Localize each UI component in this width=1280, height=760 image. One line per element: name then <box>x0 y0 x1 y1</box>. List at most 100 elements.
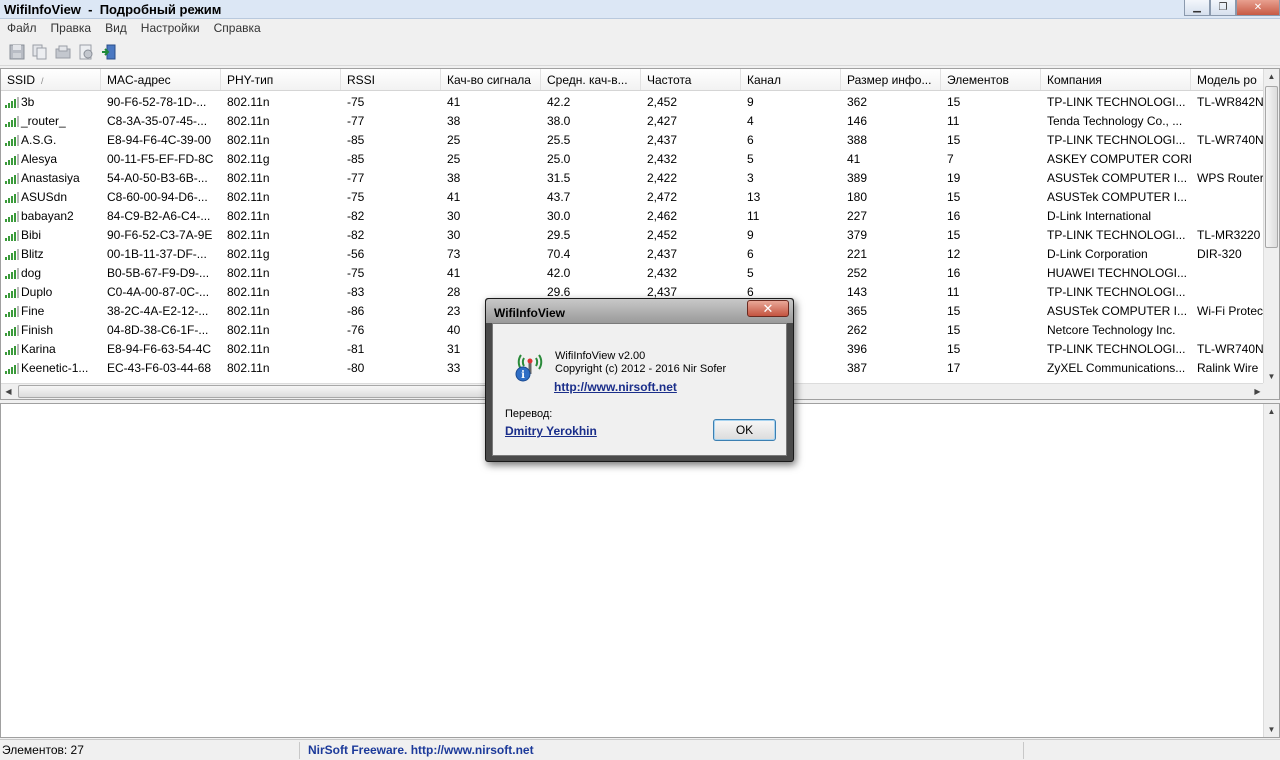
column-header-label: SSID <box>7 73 36 87</box>
cell-company: D-Link International <box>1047 209 1152 223</box>
close-button[interactable]: ✕ <box>1236 0 1280 16</box>
cell-phy: 802.11g <box>227 247 270 261</box>
signal-strength-icon <box>5 211 19 222</box>
cell-rssi: -75 <box>347 190 365 204</box>
menu-edit[interactable]: Правка <box>44 19 99 38</box>
table-row[interactable]: A.S.G. E8-94-F6-4C-39-00 802.11n -85 25 25.5 2… <box>1 130 1265 149</box>
cell-elements: 15 <box>947 228 961 242</box>
cell-frequency: 2,437 <box>647 247 678 261</box>
cell-router-model: TL-MR3220 <box>1197 228 1261 242</box>
ssid-label: dog <box>21 266 42 280</box>
table-row[interactable]: dog B0-5B-67-F9-D9-... 802.11n -75 41 42.0 2,4… <box>1 263 1265 282</box>
cell-router-model <box>1191 206 1265 225</box>
scroll-thumb[interactable] <box>18 385 555 398</box>
signal-strength-icon <box>5 192 19 203</box>
column-header-mac[interactable]: MAC-адрес <box>101 69 221 90</box>
scroll-down-arrow-icon[interactable]: ▼ <box>1264 722 1279 737</box>
cell-router-model: TL-WR842N <box>1197 95 1264 109</box>
scroll-left-arrow-icon[interactable]: ◀ <box>1 384 16 399</box>
table-row[interactable]: Blitz 00-1B-11-37-DF-... 802.11g -56 73 70.4 2… <box>1 244 1265 263</box>
column-header-avg-quality[interactable]: Средн. кач-в... <box>541 69 641 90</box>
cell-frequency: 2,427 <box>647 114 678 128</box>
table-row[interactable]: _router_ C8-3A-35-07-45-... 802.11n -77 38 38… <box>1 111 1265 130</box>
cell-elements: 15 <box>947 304 961 318</box>
cell-phy: 802.11n <box>227 342 270 356</box>
column-header-channel[interactable]: Канал <box>741 69 841 90</box>
cell-phy: 802.11n <box>227 171 270 185</box>
cell-rssi: -77 <box>347 171 365 185</box>
dialog-close-button[interactable]: ✕ <box>747 300 789 317</box>
maximize-button[interactable]: ❐ <box>1210 0 1236 16</box>
window-title: WifiInfoView - Подробный режим <box>4 2 222 17</box>
ok-button[interactable]: OK <box>713 419 776 441</box>
dialog-product-version: WifiInfoView v2.00 <box>555 350 646 362</box>
minimize-button[interactable]: ▁ <box>1184 0 1210 16</box>
cell-signal-quality: 25 <box>447 152 461 166</box>
table-row[interactable]: Bibi 90-F6-52-C3-7A-9E 802.11n -82 30 29.5 2,4… <box>1 225 1265 244</box>
save-icon <box>9 44 25 59</box>
dialog-translator-link[interactable]: Dmitry Yerokhin <box>505 424 597 438</box>
scroll-down-arrow-icon[interactable]: ▼ <box>1264 369 1279 384</box>
close-icon: ✕ <box>1253 2 1263 13</box>
menu-view[interactable]: Вид <box>98 19 134 38</box>
ssid-label: _router_ <box>21 114 66 128</box>
ssid-label: Karina <box>21 342 56 356</box>
cell-mac: E8-94-F6-63-54-4C <box>107 342 212 356</box>
save-button[interactable] <box>8 43 26 61</box>
column-header-signal-quality[interactable]: Кач-во сигнала <box>441 69 541 90</box>
list-vertical-scrollbar[interactable]: ▲ ▼ <box>1263 69 1279 384</box>
column-header-frequency[interactable]: Частота <box>641 69 741 90</box>
cell-info-size: 379 <box>847 228 868 242</box>
window-controls: ▁ ❐ ✕ <box>1184 0 1280 16</box>
menu-options[interactable]: Настройки <box>134 19 207 38</box>
cell-rssi: -77 <box>347 114 365 128</box>
signal-strength-icon <box>5 363 19 374</box>
cell-channel: 3 <box>747 171 754 185</box>
cell-info-size: 262 <box>847 323 868 337</box>
scroll-thumb[interactable] <box>1265 86 1278 248</box>
menu-file[interactable]: Файл <box>0 19 44 38</box>
sort-ascending-icon: / <box>41 76 44 86</box>
table-row[interactable]: babayan2 84-C9-B2-A6-C4-... 802.11n -82 30 30… <box>1 206 1265 225</box>
status-nirsoft-link[interactable]: NirSoft Freeware. http://www.nirsoft.net <box>306 742 1024 759</box>
html-report-button[interactable] <box>54 43 72 61</box>
column-header-info-size[interactable]: Размер инфо... <box>841 69 941 90</box>
column-header-ssid[interactable]: SSID / <box>1 69 101 90</box>
column-header-elements[interactable]: Элементов <box>941 69 1041 90</box>
dialog-website-link[interactable]: http://www.nirsoft.net <box>554 380 677 394</box>
cell-company: TP-LINK TECHNOLOGI... <box>1047 228 1186 242</box>
cell-elements: 16 <box>947 209 961 223</box>
ssid-label: 3b <box>21 95 35 109</box>
cell-rssi: -85 <box>347 133 365 147</box>
signal-strength-icon <box>5 249 19 260</box>
table-row[interactable]: 3b 90-F6-52-78-1D-... 802.11n -75 41 42.2 2,45… <box>1 92 1265 111</box>
table-row[interactable]: Anastasiya 54-A0-50-B3-6B-... 802.11n -77 38… <box>1 168 1265 187</box>
exit-button[interactable] <box>100 43 118 61</box>
menu-help[interactable]: Справка <box>207 19 268 38</box>
scroll-up-arrow-icon[interactable]: ▲ <box>1264 404 1279 419</box>
table-row[interactable]: Alesya 00-11-F5-EF-FD-8C 802.11g -85 25 25.0 2… <box>1 149 1265 168</box>
details-vertical-scrollbar[interactable]: ▲ ▼ <box>1263 404 1279 737</box>
column-header-rssi[interactable]: RSSI <box>341 69 441 90</box>
properties-button[interactable] <box>77 43 95 61</box>
cell-router-model <box>1191 187 1265 206</box>
cell-ssid: Karina <box>1 339 101 358</box>
column-header-phy[interactable]: PHY-тип <box>221 69 341 90</box>
dialog-body: i WifiInfoView v2.00 Copyright (c) 2012 … <box>492 323 787 456</box>
signal-strength-icon <box>5 97 19 108</box>
cell-company: ASUSTek COMPUTER I... <box>1047 171 1188 185</box>
scroll-up-arrow-icon[interactable]: ▲ <box>1264 69 1279 84</box>
column-header-router-model[interactable]: Модель ро <box>1191 69 1265 90</box>
copy-button[interactable] <box>31 43 49 61</box>
cell-elements: 11 <box>947 285 960 299</box>
cell-info-size: 388 <box>847 133 868 147</box>
table-row[interactable]: ASUSdn C8-60-00-94-D6-... 802.11n -75 41 43.7… <box>1 187 1265 206</box>
cell-ssid: _router_ <box>1 111 101 130</box>
cell-info-size: 180 <box>847 190 868 204</box>
cell-signal-quality: 41 <box>447 266 461 280</box>
cell-ssid: Bibi <box>1 225 101 244</box>
cell-rssi: -81 <box>347 342 365 356</box>
cell-rssi: -76 <box>347 323 365 337</box>
column-header-company[interactable]: Компания <box>1041 69 1191 90</box>
cell-info-size: 227 <box>847 209 868 223</box>
